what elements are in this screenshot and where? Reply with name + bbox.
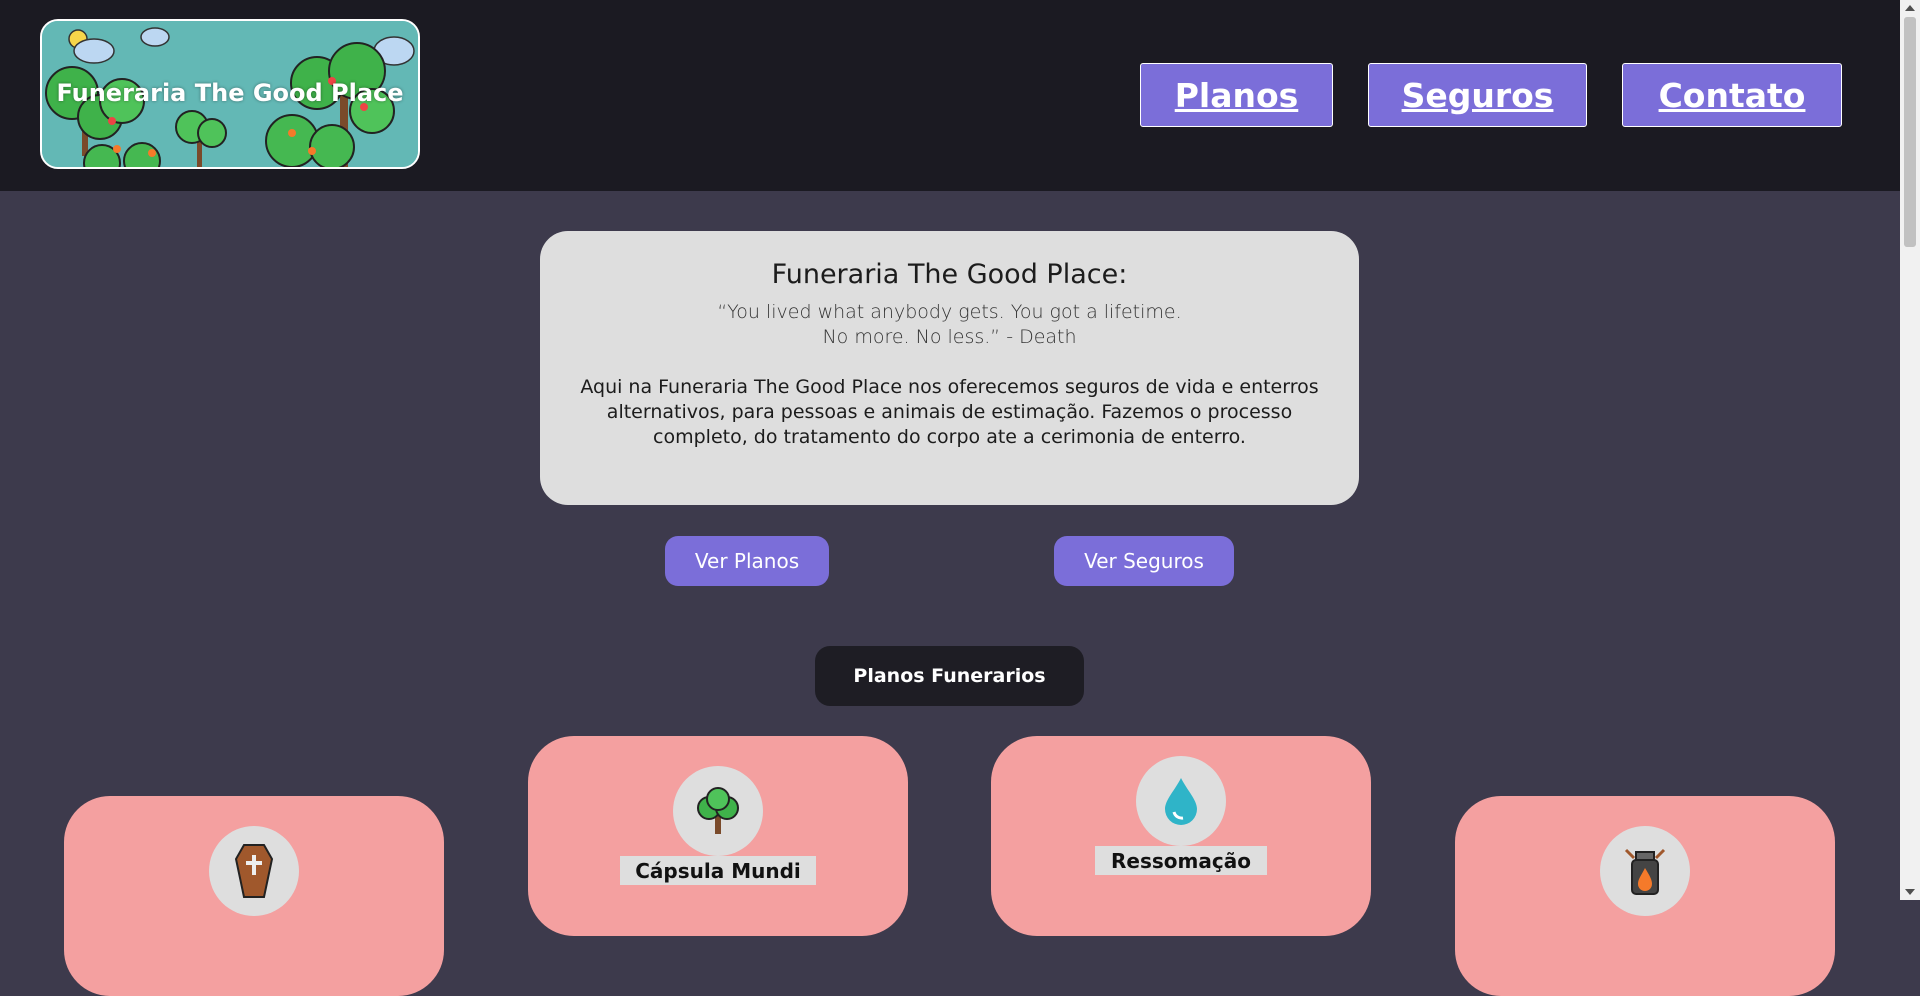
card-label-capsula-mundi: Cápsula Mundi bbox=[620, 856, 816, 885]
plan-card-capsula-mundi[interactable]: Cápsula Mundi bbox=[528, 736, 908, 936]
scroll-up-icon[interactable] bbox=[1905, 5, 1915, 11]
card-label-ressomacao: Ressomação bbox=[1095, 846, 1267, 875]
water-drop-icon bbox=[1136, 756, 1226, 846]
ver-seguros-button[interactable]: Ver Seguros bbox=[1054, 536, 1234, 586]
hero-quote: “You lived what anybody gets. You got a … bbox=[540, 300, 1359, 350]
plan-card-coffin[interactable] bbox=[64, 796, 444, 996]
hero-title: Funeraria The Good Place: bbox=[771, 259, 1128, 290]
ver-planos-button[interactable]: Ver Planos bbox=[665, 536, 829, 586]
hero-quote-line2: No more. No less.” - Death bbox=[822, 326, 1077, 348]
nav-seguros-button[interactable]: Seguros bbox=[1368, 63, 1587, 127]
scrollbar[interactable] bbox=[1900, 0, 1920, 900]
urn-fire-icon bbox=[1600, 826, 1690, 916]
logo-title: Funeraria The Good Place bbox=[56, 79, 404, 107]
scroll-thumb[interactable] bbox=[1904, 17, 1916, 247]
plan-card-ressomacao[interactable]: Ressomação bbox=[991, 736, 1371, 936]
nav-planos-button[interactable]: Planos bbox=[1140, 63, 1333, 127]
coffin-icon bbox=[209, 826, 299, 916]
nav-contato-button[interactable]: Contato bbox=[1622, 63, 1842, 127]
tree-icon bbox=[673, 766, 763, 856]
section-title: Planos Funerarios bbox=[815, 646, 1084, 706]
hero-quote-line1: “You lived what anybody gets. You got a … bbox=[717, 301, 1182, 323]
scroll-down-icon[interactable] bbox=[1905, 889, 1915, 895]
hero-description: Aqui na Funeraria The Good Place nos ofe… bbox=[580, 376, 1319, 448]
header-bar: Funeraria The Good Place Planos Seguros … bbox=[0, 0, 1900, 191]
hero-panel: Funeraria The Good Place: “You lived wha… bbox=[540, 231, 1359, 505]
logo[interactable]: Funeraria The Good Place bbox=[40, 19, 420, 169]
plan-card-cremacao[interactable] bbox=[1455, 796, 1835, 996]
